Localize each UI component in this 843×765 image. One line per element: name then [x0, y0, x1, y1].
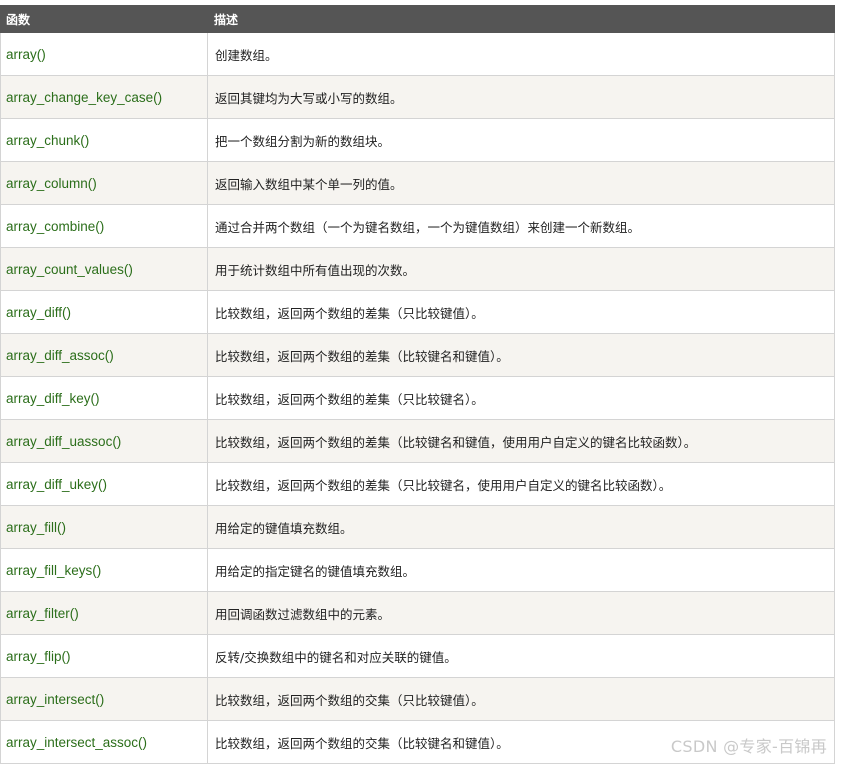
- function-description-cell: 返回其键均为大写或小写的数组。: [207, 75, 835, 119]
- function-description-cell: 比较数组，返回两个数组的差集（只比较键名）。: [207, 376, 835, 420]
- function-description-cell: 用于统计数组中所有值出现的次数。: [207, 247, 835, 291]
- function-name-cell[interactable]: array_chunk(): [0, 118, 208, 162]
- table-row: array_intersect() 比较数组，返回两个数组的交集（只比较键值）。: [0, 677, 835, 721]
- functions-table-container: 函数 描述 array() 创建数组。 array_change_key_case(…: [0, 5, 835, 764]
- table-row: array_chunk() 把一个数组分割为新的数组块。: [0, 118, 835, 162]
- function-description-cell: 比较数组，返回两个数组的差集（只比较键值）。: [207, 290, 835, 334]
- function-name-cell[interactable]: array_diff_key(): [0, 376, 208, 420]
- function-description-cell: 用给定的指定键名的键值填充数组。: [207, 548, 835, 592]
- function-name-cell[interactable]: array_column(): [0, 161, 208, 205]
- table-row: array_change_key_case() 返回其键均为大写或小写的数组。: [0, 75, 835, 119]
- function-name-cell[interactable]: array_diff_ukey(): [0, 462, 208, 506]
- function-name-cell[interactable]: array_intersect(): [0, 677, 208, 721]
- function-description-cell: 反转/交换数组中的键名和对应关联的键值。: [207, 634, 835, 678]
- function-description-cell: 比较数组，返回两个数组的交集（只比较键值）。: [207, 677, 835, 721]
- function-description-cell: 用回调函数过滤数组中的元素。: [207, 591, 835, 635]
- function-name-cell[interactable]: array_fill_keys(): [0, 548, 208, 592]
- function-name-cell[interactable]: array_intersect_assoc(): [0, 720, 208, 764]
- function-name-cell[interactable]: array_diff_assoc(): [0, 333, 208, 377]
- table-row: array_fill() 用给定的键值填充数组。: [0, 505, 835, 549]
- function-column-header: 函数: [0, 5, 208, 33]
- table-row: array_diff() 比较数组，返回两个数组的差集（只比较键值）。: [0, 290, 835, 334]
- function-name-cell[interactable]: array_filter(): [0, 591, 208, 635]
- table-row: array_column() 返回输入数组中某个单一列的值。: [0, 161, 835, 205]
- table-row: array_combine() 通过合并两个数组（一个为键名数组，一个为键值数组）…: [0, 204, 835, 248]
- table-row: array_diff_ukey() 比较数组，返回两个数组的差集（只比较键名，使用…: [0, 462, 835, 506]
- function-name-cell[interactable]: array_count_values(): [0, 247, 208, 291]
- function-description-cell: 比较数组，返回两个数组的差集（比较键名和键值）。: [207, 333, 835, 377]
- function-description-cell: 返回输入数组中某个单一列的值。: [207, 161, 835, 205]
- table-row: array_diff_assoc() 比较数组，返回两个数组的差集（比较键名和键值…: [0, 333, 835, 377]
- table-row: array_filter() 用回调函数过滤数组中的元素。: [0, 591, 835, 635]
- function-name-cell[interactable]: array_flip(): [0, 634, 208, 678]
- function-name-cell[interactable]: array(): [0, 32, 208, 76]
- function-description-cell: 比较数组，返回两个数组的差集（比较键名和键值，使用用户自定义的键名比较函数）。: [207, 419, 835, 463]
- function-name-cell[interactable]: array_combine(): [0, 204, 208, 248]
- function-name-cell[interactable]: array_diff_uassoc(): [0, 419, 208, 463]
- table-row: array_count_values() 用于统计数组中所有值出现的次数。: [0, 247, 835, 291]
- header-row: 函数 描述: [0, 5, 835, 33]
- table-row: array() 创建数组。: [0, 32, 835, 76]
- table-row: array_flip() 反转/交换数组中的键名和对应关联的键值。: [0, 634, 835, 678]
- function-description-cell: 通过合并两个数组（一个为键名数组，一个为键值数组）来创建一个新数组。: [207, 204, 835, 248]
- function-description-cell: 把一个数组分割为新的数组块。: [207, 118, 835, 162]
- table-body: array() 创建数组。 array_change_key_case() 返回其键均…: [0, 32, 835, 764]
- table-row: array_diff_uassoc() 比较数组，返回两个数组的差集（比较键名和键…: [0, 419, 835, 463]
- table-row: array_diff_key() 比较数组，返回两个数组的差集（只比较键名）。: [0, 376, 835, 420]
- function-name-cell[interactable]: array_fill(): [0, 505, 208, 549]
- table-row: array_fill_keys() 用给定的指定键名的键值填充数组。: [0, 548, 835, 592]
- function-description-cell: 创建数组。: [207, 32, 835, 76]
- csdn-watermark: CSDN @专家-百锦再: [670, 737, 827, 756]
- functions-table: 函数 描述 array() 创建数组。 array_change_key_case(…: [0, 5, 835, 764]
- function-description-cell: 用给定的键值填充数组。: [207, 505, 835, 549]
- function-description-cell: 比较数组，返回两个数组的差集（只比较键名，使用用户自定义的键名比较函数）。: [207, 462, 835, 506]
- description-column-header: 描述: [207, 5, 835, 33]
- table-header: 函数 描述: [0, 5, 835, 33]
- function-name-cell[interactable]: array_diff(): [0, 290, 208, 334]
- function-name-cell[interactable]: array_change_key_case(): [0, 75, 208, 119]
